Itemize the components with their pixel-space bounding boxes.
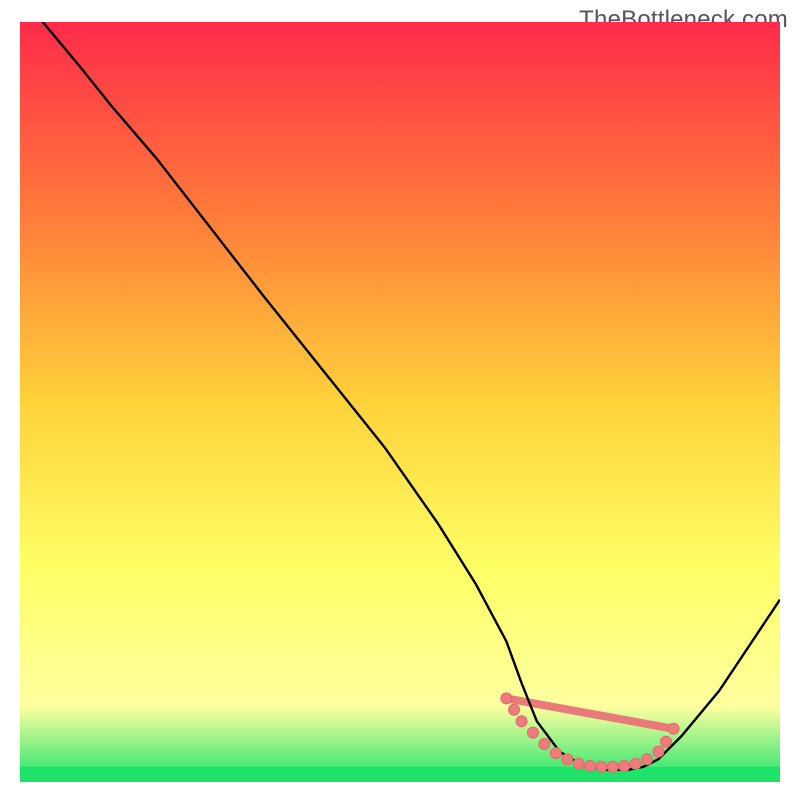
green-bottom-band <box>20 767 780 782</box>
gradient-background <box>20 22 780 782</box>
chart-svg <box>20 22 780 782</box>
marker-dot <box>607 761 618 772</box>
chart-plot-area <box>20 22 780 782</box>
marker-dot <box>653 746 664 757</box>
marker-dot <box>596 761 607 772</box>
marker-dot <box>562 754 573 765</box>
marker-dot <box>668 723 679 734</box>
marker-dot <box>528 727 539 738</box>
marker-dot <box>661 736 672 747</box>
marker-dot <box>630 758 641 769</box>
marker-dot <box>509 704 520 715</box>
marker-dot <box>573 758 584 769</box>
marker-dot <box>516 716 527 727</box>
marker-dot <box>585 761 596 772</box>
marker-dot <box>550 748 561 759</box>
marker-dot <box>501 693 512 704</box>
marker-dot <box>539 739 550 750</box>
marker-dot <box>642 754 653 765</box>
marker-dot <box>619 761 630 772</box>
